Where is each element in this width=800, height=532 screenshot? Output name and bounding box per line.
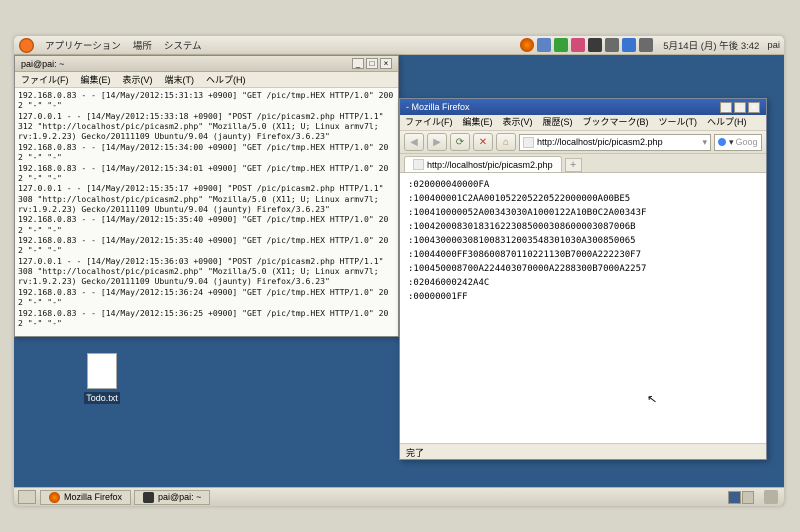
- forward-button[interactable]: ▶: [427, 133, 447, 151]
- mail-launcher-icon[interactable]: [537, 38, 551, 52]
- desktop-file-label: Todo.txt: [84, 392, 120, 404]
- google-icon: [717, 137, 727, 147]
- menu-places[interactable]: 場所: [127, 38, 158, 52]
- terminal-menu-terminal[interactable]: 端末(T): [159, 73, 201, 86]
- terminal-menubar: ファイル(F) 編集(E) 表示(V) 端末(T) ヘルプ(H): [15, 72, 398, 88]
- close-button[interactable]: ×: [748, 102, 760, 113]
- ff-menu-view[interactable]: 表示(V): [498, 115, 538, 130]
- text-file-icon: [87, 353, 117, 389]
- taskbar-firefox[interactable]: Mozilla Firefox: [40, 490, 131, 505]
- new-tab-button[interactable]: +: [565, 158, 582, 172]
- show-desktop-button[interactable]: [18, 490, 36, 504]
- tab-active[interactable]: http://localhost/pic/picasm2.php: [404, 156, 562, 172]
- firefox-menubar: ファイル(F) 編集(E) 表示(V) 履歴(S) ブックマーク(B) ツール(…: [400, 115, 766, 131]
- status-text: 完了: [406, 448, 424, 458]
- hex-line: :1004300003081008312003548301030A3008500…: [408, 235, 758, 249]
- workspace-switcher[interactable]: [728, 491, 754, 504]
- search-box[interactable]: ▾ Goog: [714, 134, 762, 151]
- help-launcher-icon[interactable]: [554, 38, 568, 52]
- firefox-window[interactable]: - Mozilla Firefox _ □ × ファイル(F) 編集(E) 表示…: [399, 98, 767, 460]
- clock[interactable]: 5月14日 (月) 午後 3:42: [659, 38, 763, 52]
- ff-menu-tools[interactable]: ツール(T): [654, 115, 703, 130]
- site-favicon-icon: [523, 137, 534, 148]
- minimize-button[interactable]: _: [352, 58, 364, 69]
- search-placeholder: Goog: [736, 137, 758, 147]
- tab-strip: http://localhost/pic/picasm2.php +: [400, 154, 766, 173]
- minimize-button[interactable]: _: [720, 102, 732, 113]
- network-icon[interactable]: [605, 38, 619, 52]
- back-button[interactable]: ◀: [404, 133, 424, 151]
- firefox-titlebar[interactable]: - Mozilla Firefox _ □ ×: [400, 99, 766, 115]
- hex-line: :100450008700A224403070000A2288300B7000A…: [408, 263, 758, 277]
- dropdown-icon[interactable]: ▾: [702, 137, 707, 148]
- tab-favicon-icon: [413, 159, 424, 170]
- terminal-title: pai@pai: ~: [21, 59, 64, 69]
- mouse-cursor-icon: ↖: [646, 391, 658, 406]
- maximize-button[interactable]: □: [734, 102, 746, 113]
- volume-icon[interactable]: [639, 38, 653, 52]
- reload-button[interactable]: ⟳: [450, 133, 470, 151]
- hex-line: :100420008301831622308500030860000308700…: [408, 221, 758, 235]
- task-label: pai@pai: ~: [158, 492, 201, 502]
- desktop[interactable]: Todo.txt pai@pai: ~ _ □ × ファイル(F) 編集(E) …: [14, 55, 784, 487]
- hex-line: :020000040000FA: [408, 179, 758, 193]
- task-label: Mozilla Firefox: [64, 492, 122, 502]
- terminal-icon: [143, 492, 154, 503]
- terminal-menu-view[interactable]: 表示(V): [117, 73, 159, 86]
- tray: [520, 38, 659, 52]
- menu-system[interactable]: システム: [158, 38, 208, 52]
- terminal-output[interactable]: 192.168.0.83 - - [14/May/2012:15:31:13 +…: [15, 88, 398, 336]
- terminal-titlebar[interactable]: pai@pai: ~ _ □ ×: [15, 56, 398, 72]
- page-content[interactable]: :020000040000FA:100400001C2AA00105220522…: [400, 173, 766, 443]
- stop-button[interactable]: ✕: [473, 133, 493, 151]
- home-button[interactable]: ⌂: [496, 133, 516, 151]
- ubuntu-logo-icon[interactable]: [19, 38, 34, 53]
- bottom-panel: Mozilla Firefox pai@pai: ~: [14, 487, 784, 506]
- url-bar[interactable]: http://localhost/pic/picasm2.php ▾: [519, 134, 711, 151]
- update-icon[interactable]: [622, 38, 636, 52]
- ff-menu-help[interactable]: ヘルプ(H): [702, 115, 752, 130]
- terminal-menu-edit[interactable]: 編集(E): [75, 73, 117, 86]
- trash-icon[interactable]: [764, 490, 778, 504]
- taskbar-terminal[interactable]: pai@pai: ~: [134, 490, 210, 505]
- hex-line: :02046000242A4C: [408, 277, 758, 291]
- ff-menu-file[interactable]: ファイル(F): [400, 115, 458, 130]
- user-menu[interactable]: pai: [763, 40, 784, 51]
- close-button[interactable]: ×: [380, 58, 392, 69]
- status-bar: 完了: [400, 443, 766, 459]
- firefox-icon: [49, 492, 60, 503]
- firefox-launcher-icon[interactable]: [520, 38, 534, 52]
- hex-line: :00000001FF: [408, 291, 758, 305]
- hex-line: :100400001C2AA001052205220522000000A00BE…: [408, 193, 758, 207]
- maximize-button[interactable]: □: [366, 58, 378, 69]
- terminal-menu-file[interactable]: ファイル(F): [15, 73, 75, 86]
- hex-line: :10044000FF308600870110221130B7000A22223…: [408, 249, 758, 263]
- monitor-applet-icon[interactable]: [588, 38, 602, 52]
- ff-menu-history[interactable]: 履歴(S): [538, 115, 578, 130]
- firefox-toolbar: ◀ ▶ ⟳ ✕ ⌂ http://localhost/pic/picasm2.p…: [400, 131, 766, 154]
- ff-menu-edit[interactable]: 編集(E): [458, 115, 498, 130]
- ff-menu-bookmarks[interactable]: ブックマーク(B): [578, 115, 654, 130]
- tab-label: http://localhost/pic/picasm2.php: [427, 160, 553, 170]
- menu-applications[interactable]: アプリケーション: [39, 38, 127, 52]
- top-panel: アプリケーション 場所 システム 5月14日 (月) 午後 3:42 pai: [14, 36, 784, 55]
- firefox-title: - Mozilla Firefox: [406, 102, 470, 112]
- terminal-menu-help[interactable]: ヘルプ(H): [200, 73, 252, 86]
- hex-line: :100410000052A00343030A1000122A10B0C2A00…: [408, 207, 758, 221]
- desktop-file-icon[interactable]: Todo.txt: [76, 353, 128, 404]
- terminal-window[interactable]: pai@pai: ~ _ □ × ファイル(F) 編集(E) 表示(V) 端末(…: [14, 55, 399, 337]
- url-text: http://localhost/pic/picasm2.php: [537, 137, 663, 147]
- indicator-icon[interactable]: [571, 38, 585, 52]
